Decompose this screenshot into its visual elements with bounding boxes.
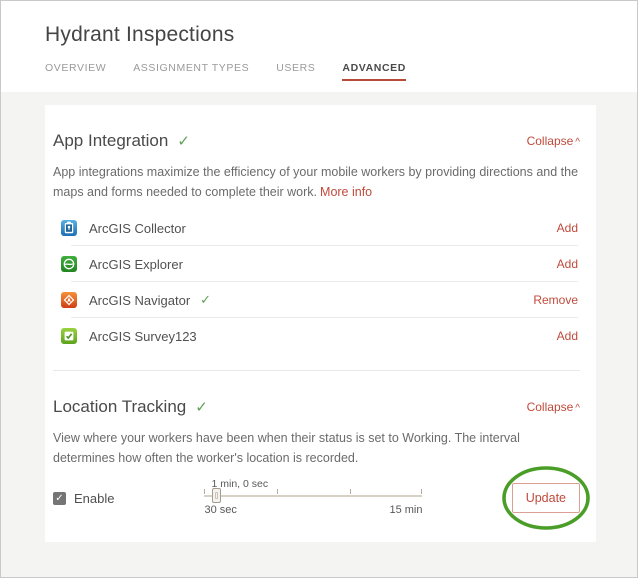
slider-tick (350, 489, 351, 494)
tab-assignment-types[interactable]: ASSIGNMENT TYPES (133, 62, 249, 81)
app-row-explorer: ArcGIS Explorer Add (53, 246, 580, 282)
slider-handle[interactable] (212, 488, 221, 503)
navigator-app-icon (61, 292, 77, 308)
page-title: Hydrant Inspections (45, 23, 637, 47)
location-tracking-description: View where your workers have been when t… (53, 428, 580, 468)
app-row-survey123: ArcGIS Survey123 Add (53, 318, 580, 354)
collector-add-link[interactable]: Add (557, 221, 580, 235)
app-name: ArcGIS Explorer (89, 257, 183, 272)
slider-ticks: 1 min, 0 sec (204, 480, 422, 495)
page-header: Hydrant Inspections OVERVIEW ASSIGNMENT … (1, 1, 637, 92)
check-icon: ✓ (177, 132, 190, 150)
interval-slider[interactable]: 1 min, 0 sec 30 sec 15 min (204, 480, 422, 516)
app-name: ArcGIS Navigator (89, 293, 190, 308)
slider-max-label: 15 min (389, 504, 422, 516)
advanced-settings-card: App Integration ✓ Collapse^ App integrat… (45, 105, 596, 542)
more-info-link[interactable]: More info (320, 185, 372, 199)
app-integration-section: App Integration ✓ Collapse^ App integrat… (53, 105, 580, 354)
app-list: ArcGIS Collector Add ArcGIS Explorer Add (53, 210, 580, 354)
location-tracking-title: Location Tracking (53, 397, 186, 417)
tab-overview[interactable]: OVERVIEW (45, 62, 106, 81)
explorer-app-icon (61, 256, 77, 272)
app-name: ArcGIS Survey123 (89, 329, 197, 344)
checkbox-checked-icon[interactable]: ✓ (53, 492, 66, 505)
app-row-navigator: ArcGIS Navigator ✓ Remove (53, 282, 580, 318)
collector-app-icon (61, 220, 77, 236)
slider-tick (277, 489, 278, 494)
collapse-caret-icon: ^ (575, 137, 580, 148)
tab-bar: OVERVIEW ASSIGNMENT TYPES USERS ADVANCED (45, 62, 637, 81)
slider-track[interactable] (204, 495, 422, 497)
enable-label: Enable (74, 491, 114, 506)
navigator-remove-link[interactable]: Remove (533, 293, 580, 307)
survey123-add-link[interactable]: Add (557, 329, 580, 343)
survey123-app-icon (61, 328, 77, 344)
app-integration-title: App Integration (53, 131, 168, 151)
slider-min-label: 30 sec (204, 504, 236, 516)
enable-checkbox[interactable]: ✓ Enable (53, 491, 114, 506)
update-button[interactable]: Update (512, 483, 580, 513)
slider-tick (204, 489, 205, 494)
explorer-add-link[interactable]: Add (557, 257, 580, 271)
location-tracking-section: Location Tracking ✓ Collapse^ View where… (53, 371, 580, 516)
location-tracking-controls: ✓ Enable 1 min, 0 sec (53, 480, 580, 516)
update-button-area: Update (512, 483, 580, 513)
app-integration-description: App integrations maximize the efficiency… (53, 162, 580, 202)
tab-users[interactable]: USERS (276, 62, 315, 81)
advanced-tab-content: App Integration ✓ Collapse^ App integrat… (1, 92, 637, 578)
check-icon: ✓ (195, 398, 208, 416)
check-icon: ✓ (200, 292, 211, 308)
app-name: ArcGIS Collector (89, 221, 186, 236)
collapse-caret-icon: ^ (575, 403, 580, 414)
app-row-collector: ArcGIS Collector Add (53, 210, 580, 246)
workforce-project-page: Hydrant Inspections OVERVIEW ASSIGNMENT … (0, 0, 638, 578)
tab-advanced[interactable]: ADVANCED (342, 62, 406, 81)
location-tracking-collapse-link[interactable]: Collapse^ (527, 400, 580, 414)
app-integration-collapse-link[interactable]: Collapse^ (527, 134, 580, 148)
slider-tick (421, 489, 422, 494)
